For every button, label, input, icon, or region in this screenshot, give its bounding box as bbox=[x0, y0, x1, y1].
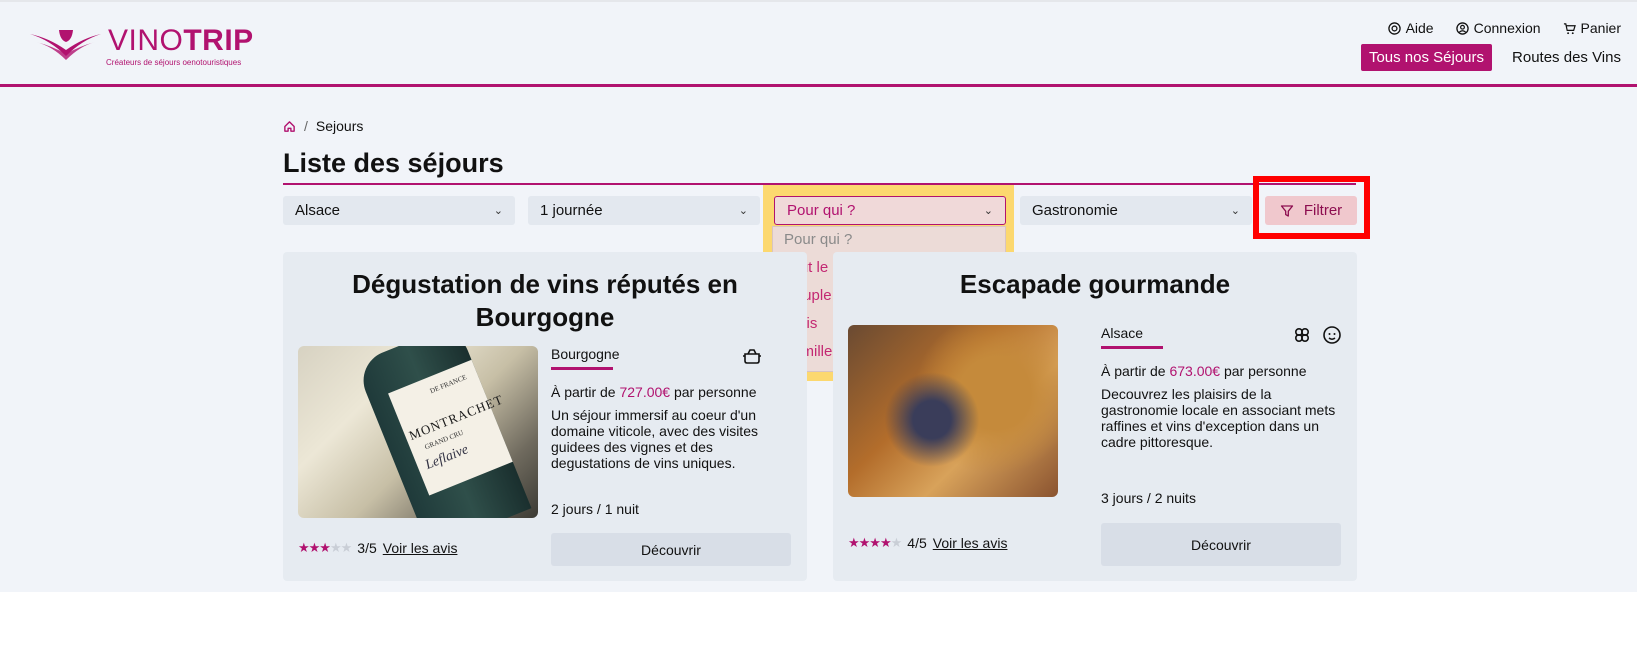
stay-card-region: Bourgogne bbox=[551, 346, 620, 370]
cooking-pot-icon bbox=[743, 349, 761, 364]
duration-select-value: 1 journée bbox=[540, 202, 603, 219]
reviews-link[interactable]: Voir les avis bbox=[383, 540, 458, 556]
stay-card-region: Alsace bbox=[1101, 325, 1164, 349]
star-icon: ★★★ bbox=[298, 540, 331, 555]
filter-button-label: Filtrer bbox=[1303, 202, 1343, 219]
rating-score: 3/5 bbox=[357, 540, 377, 556]
logo-wordmark: VINOTRIP bbox=[108, 24, 254, 57]
stay-card-rating: ★★★★★ 3/5 Voir les avis bbox=[298, 540, 457, 556]
stay-card-description: Decouvrez les plaisirs de la gastronomie… bbox=[1101, 386, 1336, 450]
stay-card-price: À partir de 673.00€ par personne bbox=[1101, 363, 1307, 379]
region-select[interactable]: Alsace ⌄ bbox=[283, 196, 515, 225]
nav-all-stays[interactable]: Tous nos Séjours bbox=[1360, 44, 1493, 71]
logo-tagline: Créateurs de séjours oenotouristiques bbox=[106, 58, 242, 67]
page-title: Liste des séjours bbox=[283, 148, 1356, 185]
price-suffix: par personne bbox=[1223, 363, 1307, 379]
rating-score: 4/5 bbox=[907, 535, 927, 551]
bottle-label-top: DE FRANCE bbox=[428, 373, 468, 396]
audience-option-placeholder[interactable]: Pour qui ? bbox=[773, 227, 1005, 255]
bottle-label: DE FRANCE MONTRACHET GRAND CRU Leflaive bbox=[388, 359, 513, 496]
stay-card-duration: 2 jours / 1 nuit bbox=[551, 501, 639, 517]
help-icon bbox=[1387, 21, 1401, 35]
stay-card-description: Un séjour immersif au coeur d'un domaine… bbox=[551, 407, 758, 471]
breadcrumb-separator: / bbox=[304, 118, 308, 134]
reviews-link[interactable]: Voir les avis bbox=[933, 535, 1008, 551]
theme-select[interactable]: Gastronomie ⌄ bbox=[1020, 196, 1252, 225]
help-label: Aide bbox=[1405, 20, 1434, 36]
chevron-down-icon: ⌄ bbox=[738, 205, 748, 217]
vinotrip-logo[interactable]: VINOTRIP Créateurs de séjours oenotouris… bbox=[28, 22, 268, 72]
page: VINOTRIP Créateurs de séjours oenotouris… bbox=[0, 0, 1637, 592]
star-empty-icon: ★★ bbox=[329, 540, 352, 555]
stay-card-title: Escapade gourmande bbox=[959, 269, 1231, 299]
star-icon: ★★★★ bbox=[848, 535, 892, 550]
stay-card-icons bbox=[742, 346, 762, 366]
stay-card-icons bbox=[1292, 325, 1342, 345]
stay-card: Escapade gourmande Alsace À partir de 67… bbox=[833, 252, 1357, 581]
top-links: Aide Connexion Panier bbox=[1387, 20, 1621, 36]
help-link[interactable]: Aide bbox=[1387, 20, 1434, 36]
cart-icon bbox=[1563, 22, 1576, 34]
cart-link[interactable]: Panier bbox=[1563, 20, 1621, 36]
price-suffix: par personne bbox=[673, 384, 757, 400]
chevron-down-icon: ⌄ bbox=[983, 205, 993, 217]
rating-stars: ★★★★★ bbox=[848, 535, 903, 551]
audience-select-value: Pour qui ? bbox=[787, 202, 856, 219]
rating-stars: ★★★★★ bbox=[298, 540, 352, 556]
main-nav: Tous nos Séjours Routes des Vins bbox=[1360, 44, 1621, 71]
chevron-down-icon: ⌄ bbox=[1230, 205, 1240, 217]
discover-button[interactable]: Découvrir bbox=[551, 533, 791, 566]
filter-button[interactable]: Filtrer bbox=[1265, 196, 1357, 225]
stay-card-price: À partir de 727.00€ par personne bbox=[551, 384, 757, 400]
star-empty-icon: ★ bbox=[890, 535, 903, 550]
region-select-value: Alsace bbox=[295, 202, 341, 219]
discover-button[interactable]: Découvrir bbox=[1101, 523, 1341, 566]
breadcrumb: / Sejours bbox=[283, 118, 363, 134]
funnel-icon bbox=[1280, 204, 1293, 217]
site-header: VINOTRIP Créateurs de séjours oenotouris… bbox=[0, 2, 1637, 87]
chevron-down-icon: ⌄ bbox=[493, 205, 503, 217]
audience-select[interactable]: Pour qui ? ⌄ bbox=[774, 196, 1006, 225]
stay-card-photo: DE FRANCE MONTRACHET GRAND CRU Leflaive bbox=[298, 346, 538, 518]
stay-card-duration: 3 jours / 2 nuits bbox=[1101, 490, 1196, 506]
stay-card-rating: ★★★★★ 4/5 Voir les avis bbox=[848, 535, 1007, 551]
login-label: Connexion bbox=[1473, 20, 1541, 36]
stay-card-photo bbox=[848, 325, 1058, 497]
user-icon bbox=[1455, 21, 1469, 35]
flower-icon bbox=[1294, 327, 1310, 343]
stay-card-title: Dégustation de vins réputés en Bourgogne bbox=[352, 269, 738, 332]
breadcrumb-current: Sejours bbox=[315, 118, 364, 134]
price-prefix: À partir de bbox=[1101, 363, 1166, 379]
price-prefix: À partir de bbox=[551, 384, 616, 400]
baby-face-icon bbox=[1323, 326, 1341, 344]
wine-glass-logo-icon bbox=[30, 30, 101, 60]
wine-bottle: DE FRANCE MONTRACHET GRAND CRU Leflaive bbox=[354, 346, 532, 518]
duration-select[interactable]: 1 journée ⌄ bbox=[528, 196, 760, 225]
cart-label: Panier bbox=[1580, 20, 1621, 36]
home-icon[interactable] bbox=[283, 120, 296, 133]
price-amount: 673.00€ bbox=[1169, 363, 1221, 379]
price-amount: 727.00€ bbox=[619, 384, 671, 400]
login-link[interactable]: Connexion bbox=[1455, 20, 1541, 36]
nav-wine-routes[interactable]: Routes des Vins bbox=[1512, 49, 1621, 66]
theme-select-value: Gastronomie bbox=[1032, 202, 1118, 219]
stay-card: Dégustation de vins réputés en Bourgogne… bbox=[283, 252, 807, 581]
